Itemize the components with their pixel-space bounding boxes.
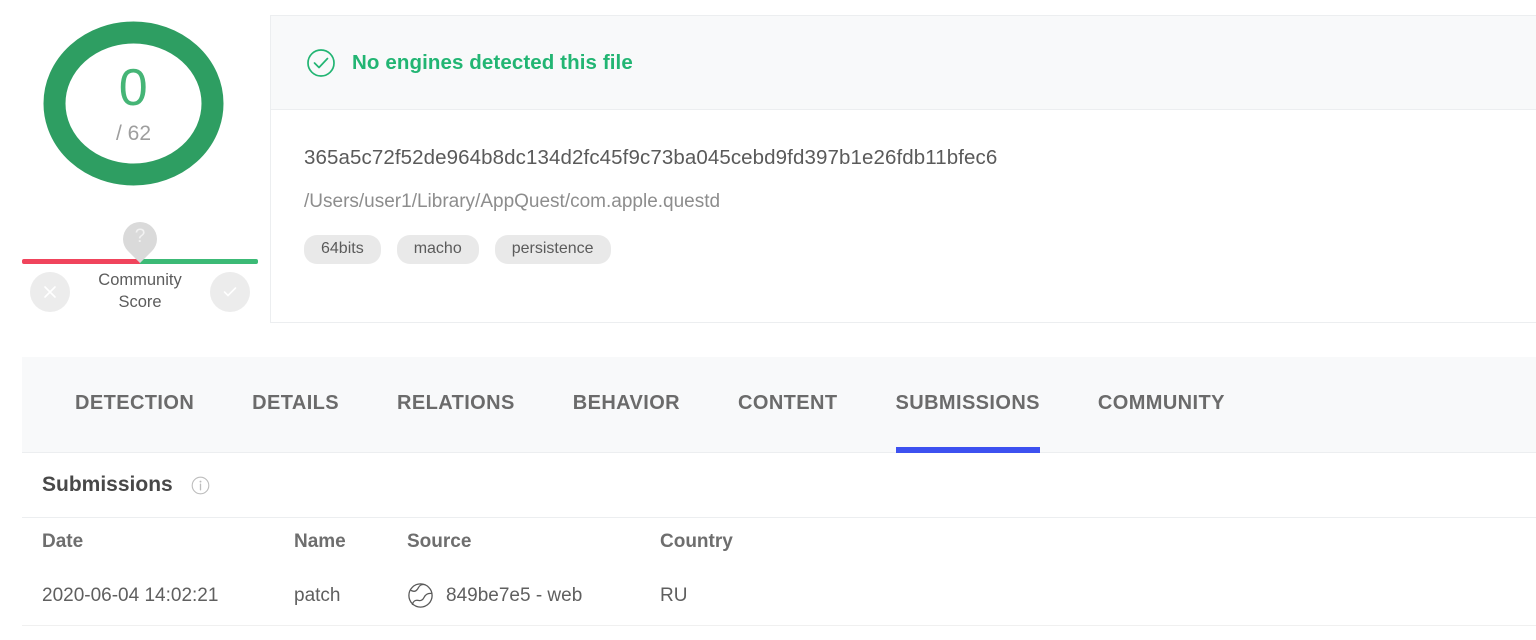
tab-behavior[interactable]: BEHAVIOR <box>573 357 680 453</box>
tab-details-label: DETAILS <box>252 392 339 415</box>
report-tabs: DETECTION DETAILS RELATIONS BEHAVIOR CON… <box>22 357 1536 453</box>
community-score-widget: ? Community Score <box>22 218 258 323</box>
vote-up-button[interactable] <box>210 272 250 312</box>
column-header-country: Country <box>660 531 1536 553</box>
tab-content-label: CONTENT <box>738 392 837 415</box>
verdict-text: No engines detected this file <box>352 51 633 75</box>
engine-total: / 62 <box>116 122 151 146</box>
column-header-name: Name <box>294 531 407 553</box>
x-icon <box>42 284 58 300</box>
file-tag[interactable]: macho <box>397 235 479 264</box>
cell-date: 2020-06-04 14:02:21 <box>42 585 294 607</box>
file-tag[interactable]: persistence <box>495 235 611 264</box>
detection-ratio-donut: 0 / 62 <box>40 19 227 188</box>
file-path: /Users/user1/Library/AppQuest/com.apple.… <box>304 192 1364 211</box>
file-identity: 365a5c72f52de964b8dc134d2fc45f9c73ba045c… <box>304 148 1364 264</box>
table-row: 2020-06-04 14:02:21 patch 849be7e5 - web… <box>22 566 1536 626</box>
virustotal-file-report: 0 / 62 ? C <box>0 0 1536 640</box>
community-score-marker: ? <box>123 222 157 264</box>
tab-submissions-label: SUBMISSIONS <box>896 392 1040 415</box>
file-hash[interactable]: 365a5c72f52de964b8dc134d2fc45f9c73ba045c… <box>304 148 1364 169</box>
cell-source-label: 849be7e5 - web <box>446 585 582 607</box>
tab-submissions[interactable]: SUBMISSIONS <box>896 357 1040 453</box>
tab-details[interactable]: DETAILS <box>252 357 339 453</box>
community-score-label: Community Score <box>75 270 205 314</box>
submissions-table: Date Name Source Country 2020-06-04 14:0… <box>22 518 1536 626</box>
verdict-banner: No engines detected this file <box>271 16 1536 110</box>
vote-down-button[interactable] <box>30 272 70 312</box>
tab-community[interactable]: COMMUNITY <box>1098 357 1225 453</box>
tab-detection[interactable]: DETECTION <box>75 357 194 453</box>
detection-score-panel: 0 / 62 ? C <box>0 0 268 340</box>
tab-relations[interactable]: RELATIONS <box>397 357 515 453</box>
section-title: Submissions <box>42 473 173 497</box>
file-summary-card: No engines detected this file 365a5c72f5… <box>270 15 1536 323</box>
file-summary-body: 365a5c72f52de964b8dc134d2fc45f9c73ba045c… <box>271 110 1536 322</box>
check-circle-icon <box>306 48 336 78</box>
submissions-section-header: Submissions <box>22 453 1536 518</box>
tab-community-label: COMMUNITY <box>1098 392 1225 415</box>
file-tags: 64bits macho persistence <box>304 235 1364 264</box>
tab-behavior-label: BEHAVIOR <box>573 392 680 415</box>
community-score-positive-bar <box>140 259 258 264</box>
community-score-label-line2: Score <box>118 293 161 311</box>
tab-content[interactable]: CONTENT <box>738 357 837 453</box>
table-header-row: Date Name Source Country <box>22 518 1536 566</box>
tab-detection-label: DETECTION <box>75 392 194 415</box>
tab-relations-label: RELATIONS <box>397 392 515 415</box>
detection-count: 0 <box>119 62 148 114</box>
column-header-source: Source <box>407 531 660 553</box>
cell-source: 849be7e5 - web <box>407 582 660 609</box>
info-icon[interactable] <box>191 476 210 495</box>
check-icon <box>221 283 239 301</box>
cell-country: RU <box>660 585 1536 607</box>
globe-icon <box>407 582 434 609</box>
file-tag[interactable]: 64bits <box>304 235 381 264</box>
marker-question-glyph: ? <box>123 222 157 252</box>
cell-name: patch <box>294 585 407 607</box>
community-score-label-line1: Community <box>98 271 181 289</box>
column-header-date: Date <box>42 531 294 553</box>
